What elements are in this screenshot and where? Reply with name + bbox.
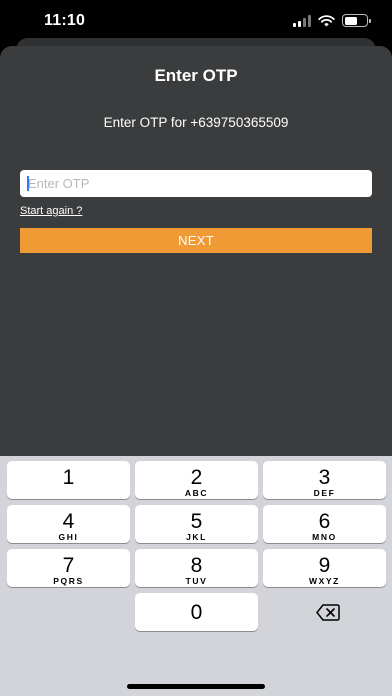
text-caret bbox=[27, 176, 29, 191]
key-4[interactable]: 4 GHI bbox=[7, 505, 130, 543]
wifi-icon bbox=[318, 14, 335, 26]
key-5[interactable]: 5 JKL bbox=[135, 505, 258, 543]
key-digit: 4 bbox=[62, 510, 75, 533]
key-9[interactable]: 9 WXYZ bbox=[263, 549, 386, 587]
key-digit: 0 bbox=[190, 601, 203, 624]
key-digit: 6 bbox=[318, 510, 331, 533]
status-icons bbox=[293, 14, 371, 27]
key-digit: 9 bbox=[318, 554, 331, 577]
delete-key[interactable] bbox=[266, 593, 389, 631]
numeric-keypad: 1 2 ABC 3 DEF 4 GHI 5 JKL 6 MNO 7 PQRS 8… bbox=[0, 456, 392, 696]
key-digit: 3 bbox=[318, 466, 331, 489]
key-letters: ABC bbox=[184, 488, 209, 498]
otp-subtitle: Enter OTP for +639750365509 bbox=[103, 115, 289, 130]
status-time: 11:10 bbox=[44, 12, 86, 29]
key-1[interactable]: 1 bbox=[7, 461, 130, 499]
key-digit: 1 bbox=[62, 466, 75, 489]
key-letters: GHI bbox=[58, 532, 79, 542]
key-0[interactable]: 0 bbox=[135, 593, 258, 631]
next-button[interactable]: NEXT bbox=[20, 228, 372, 253]
key-2[interactable]: 2 ABC bbox=[135, 461, 258, 499]
home-indicator bbox=[127, 684, 265, 689]
key-8[interactable]: 8 TUV bbox=[135, 549, 258, 587]
key-letters: DEF bbox=[313, 488, 336, 498]
key-digit: 7 bbox=[62, 554, 75, 577]
key-letters: JKL bbox=[186, 532, 207, 542]
key-letters: WXYZ bbox=[309, 576, 340, 586]
key-3[interactable]: 3 DEF bbox=[263, 461, 386, 499]
cellular-signal-icon bbox=[293, 14, 311, 27]
key-letters: MNO bbox=[312, 532, 337, 542]
start-again-link[interactable]: Start again ? bbox=[20, 205, 82, 217]
page-title: Enter OTP bbox=[154, 66, 238, 85]
battery-icon bbox=[342, 14, 371, 27]
key-digit: 8 bbox=[190, 554, 203, 577]
key-letters: PQRS bbox=[53, 576, 84, 586]
key-6[interactable]: 6 MNO bbox=[263, 505, 386, 543]
key-digit: 2 bbox=[190, 466, 203, 489]
otp-input[interactable] bbox=[20, 170, 372, 197]
key-digit: 5 bbox=[190, 510, 203, 533]
backspace-icon bbox=[315, 603, 340, 621]
key-7[interactable]: 7 PQRS bbox=[7, 549, 130, 587]
key-letters: TUV bbox=[185, 576, 208, 586]
